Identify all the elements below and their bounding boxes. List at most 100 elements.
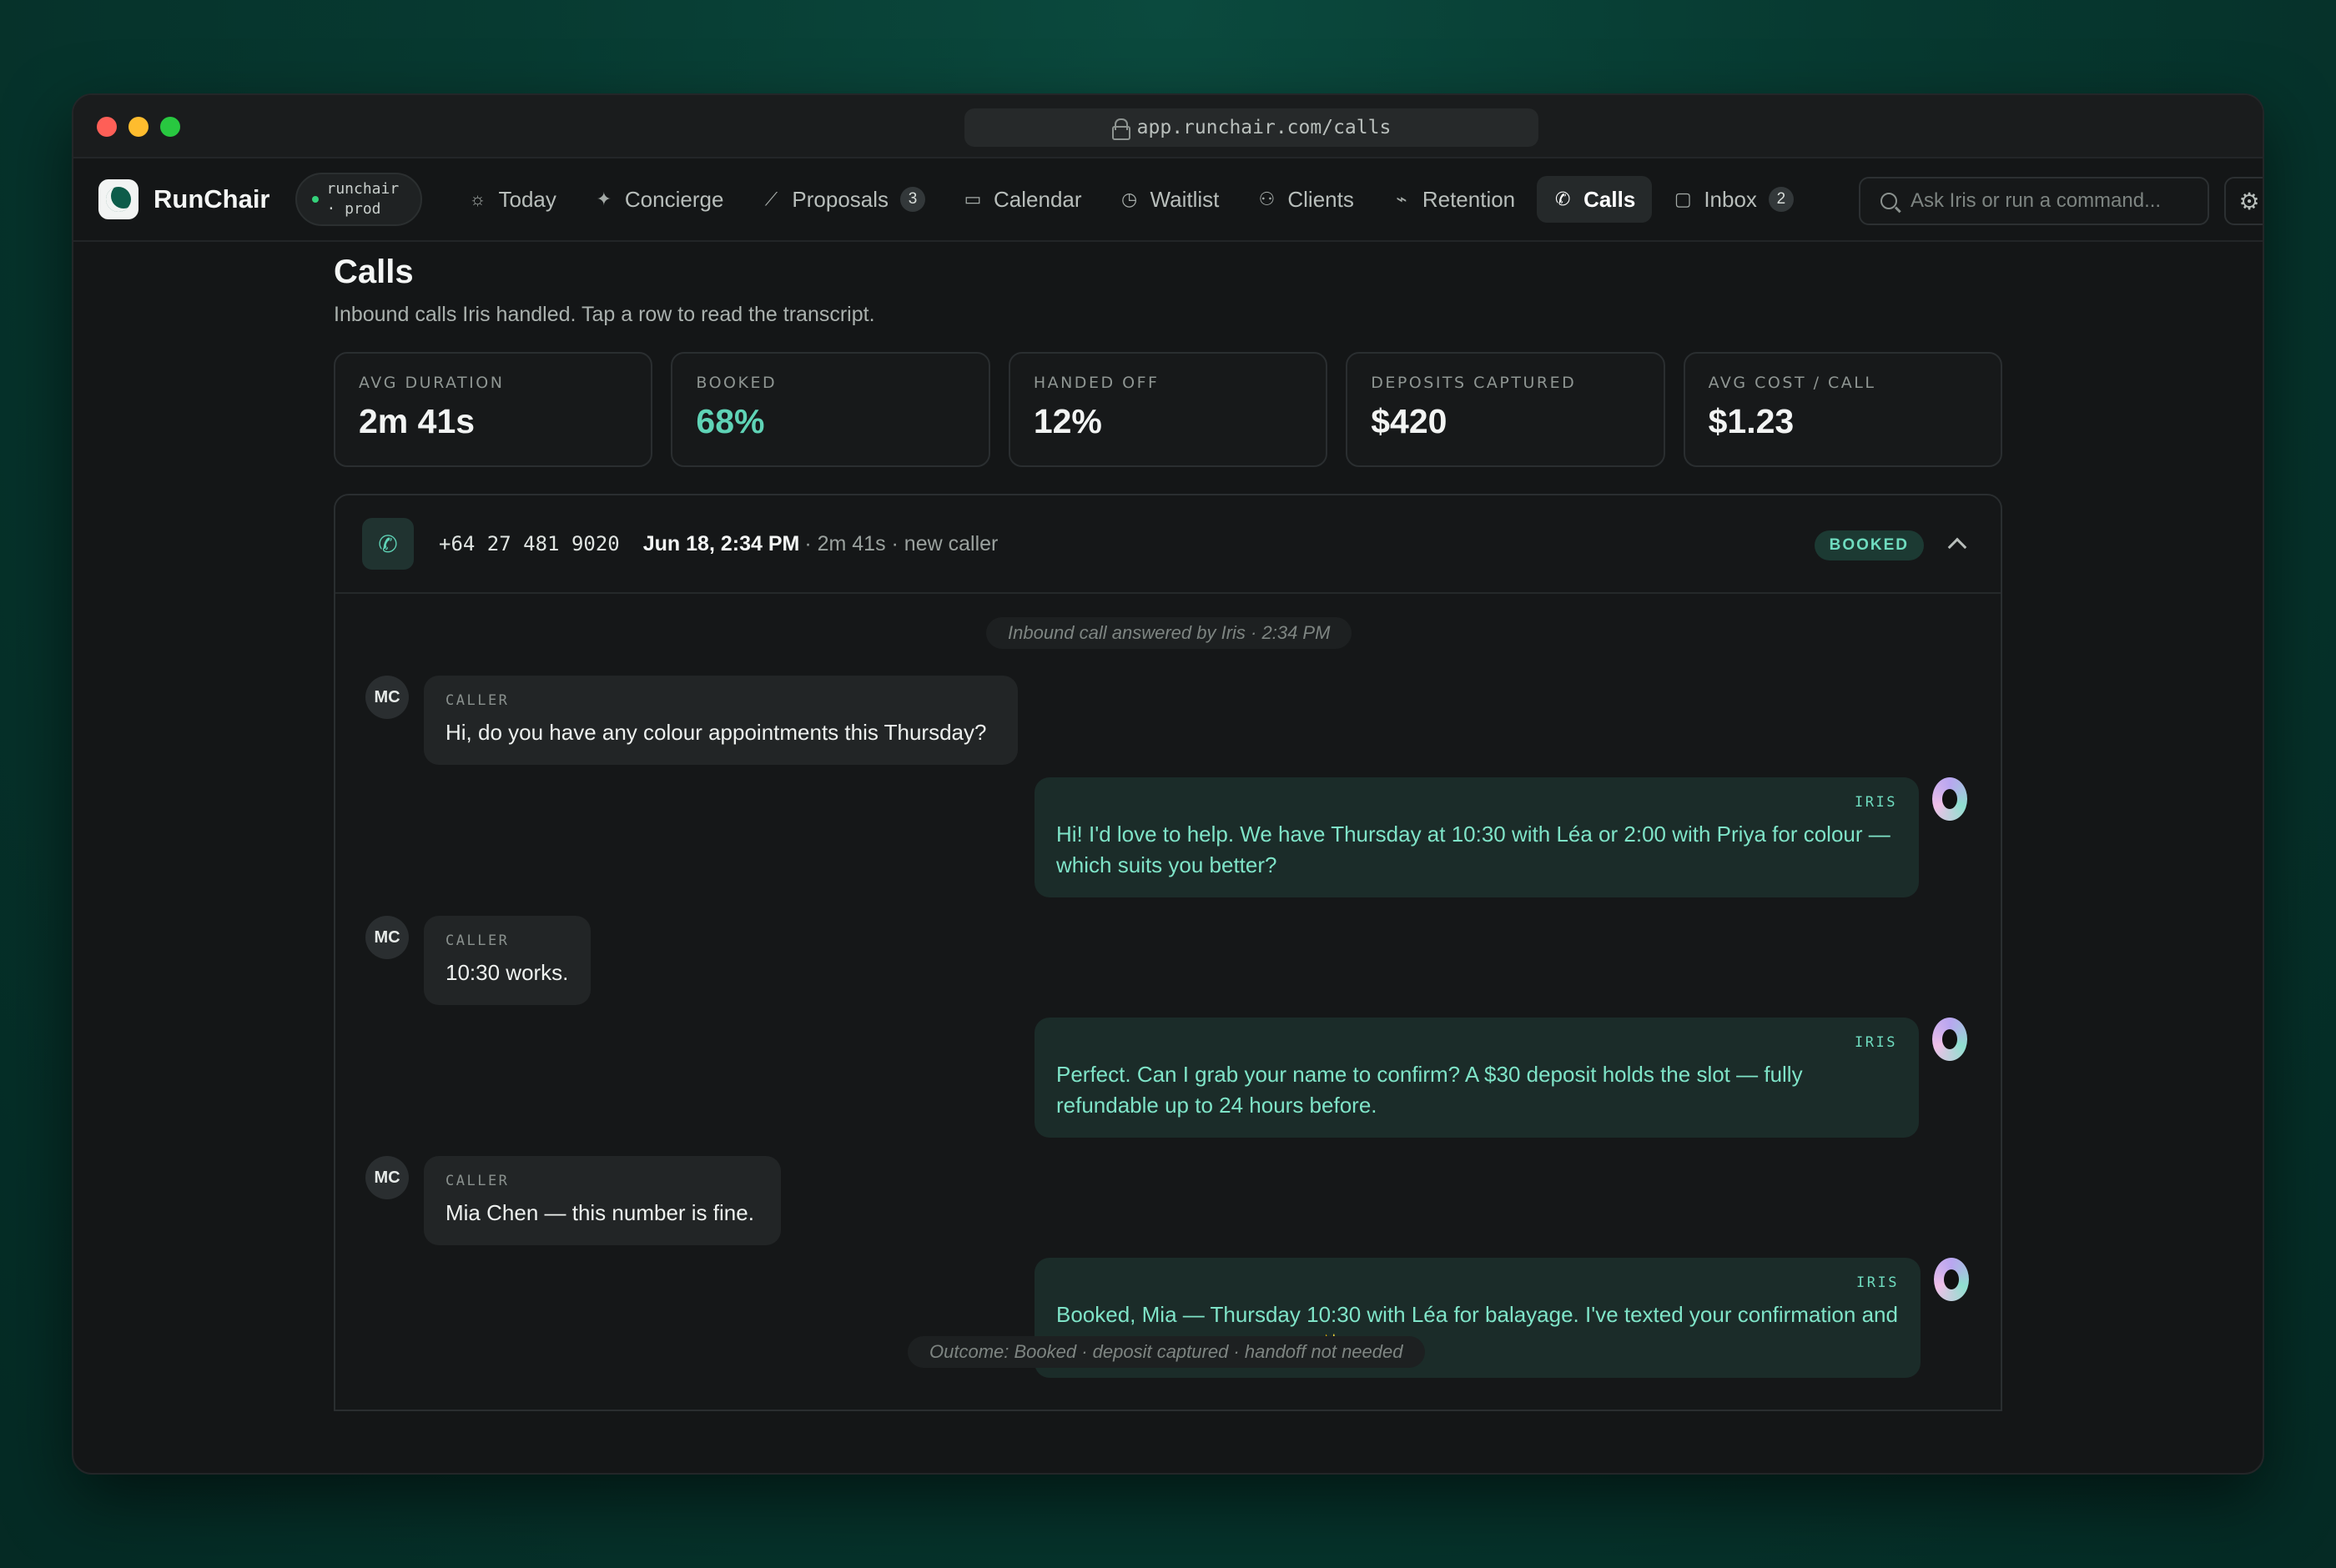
- settings-button[interactable]: ⚙: [2224, 177, 2263, 225]
- trend-icon: ⟋: [764, 188, 778, 209]
- message-text: Hi, do you have any colour appointments …: [446, 720, 987, 745]
- tab-label: Clients: [1287, 186, 1354, 212]
- tab-retention[interactable]: ⌁ Retention: [1376, 176, 1532, 223]
- tab-today[interactable]: ☼ Today: [452, 176, 573, 223]
- clock-icon: ◷: [1120, 188, 1138, 209]
- tab-label: Calls: [1583, 186, 1636, 212]
- maximize-window-button[interactable]: [160, 117, 180, 137]
- status-dot-icon: [311, 196, 319, 203]
- stats-row: AVG DURATION 2m 41s BOOKED 68% HANDED OFF 12%…: [334, 352, 2003, 467]
- address-bar[interactable]: app.runchair.com/calls: [964, 108, 1538, 147]
- page-subtitle: Inbound calls Iris handled. Tap a row to…: [334, 303, 875, 326]
- tab-calendar[interactable]: ▭ Calendar: [947, 176, 1099, 223]
- nav-tabs: ☼ Today ✦ Concierge ⟋ Proposals 3 ▭ Calendar ◷ Wai…: [452, 176, 1810, 223]
- message-text: Perfect. Can I grab your name to confirm…: [1056, 1062, 1803, 1118]
- brand-name: RunChair: [154, 184, 270, 214]
- minimize-window-button[interactable]: [128, 117, 149, 137]
- stat-card: BOOKED 68%: [671, 352, 990, 467]
- runchair-logo-icon: [98, 179, 138, 219]
- stat-label: BOOKED: [696, 374, 778, 392]
- speaker-label: IRIS: [1856, 1274, 1899, 1291]
- gear-icon: ⚙: [2238, 188, 2260, 214]
- top-navigation: RunChair runchair · prod ☼ Today ✦ Concierg…: [73, 158, 2263, 242]
- close-window-button[interactable]: [97, 117, 117, 137]
- command-search-input[interactable]: Ask Iris or run a command...: [1859, 177, 2209, 225]
- tab-concierge[interactable]: ✦ Concierge: [578, 176, 741, 223]
- caller-phone-number: +64 27 481 9020: [439, 532, 620, 555]
- stat-label: AVG COST / CALL: [1708, 374, 1876, 392]
- caller-message: CALLER Mia Chen — this number is fine.: [424, 1156, 781, 1245]
- phone-icon: ✆: [1554, 188, 1571, 209]
- speaker-label: IRIS: [1855, 794, 1897, 811]
- tab-label: Proposals: [792, 186, 889, 212]
- call-row-header[interactable]: ✆ +64 27 481 9020 Jun 18, 2:34 PM · 2m 4…: [335, 495, 2001, 594]
- stat-card: HANDED OFF 12%: [1008, 352, 1328, 467]
- stat-label: AVG DURATION: [359, 374, 505, 392]
- window-controls: [97, 117, 180, 137]
- page-title: Calls: [334, 254, 414, 290]
- stat-card: DEPOSITS CAPTURED $420: [1346, 352, 1665, 467]
- environment-switcher[interactable]: runchair · prod: [295, 173, 422, 226]
- avatar: MC: [365, 676, 409, 719]
- lock-icon: [1111, 118, 1130, 140]
- stat-value: 2m 41s: [359, 402, 476, 440]
- caller-message: CALLER 10:30 works.: [424, 916, 591, 1005]
- stat-value: 12%: [1033, 402, 1102, 440]
- speaker-label: IRIS: [1855, 1034, 1897, 1051]
- chevron-up-icon[interactable]: [1947, 537, 1967, 557]
- stat-value: 68%: [696, 402, 765, 440]
- speaker-label: CALLER: [446, 692, 510, 709]
- tab-label: Today: [498, 186, 556, 212]
- users-icon: ⚇: [1258, 188, 1276, 209]
- tab-calls[interactable]: ✆ Calls: [1537, 176, 1653, 223]
- iris-avatar: [1932, 777, 1967, 821]
- app-window: app.runchair.com/calls RunChair runchair…: [72, 93, 2264, 1475]
- tab-label: Inbox: [1704, 186, 1757, 212]
- search-icon: [1880, 193, 1897, 209]
- iris-avatar: [1934, 1258, 1969, 1301]
- search-placeholder: Ask Iris or run a command...: [1911, 189, 2162, 212]
- url-text: app.runchair.com/calls: [1136, 117, 1392, 138]
- stat-card: AVG COST / CALL $1.23: [1683, 352, 2003, 467]
- iris-avatar: [1932, 1018, 1967, 1061]
- avatar: MC: [365, 916, 409, 959]
- tab-inbox[interactable]: ▢ Inbox 2: [1657, 176, 1810, 223]
- message-text: Mia Chen — this number is fine.: [446, 1200, 754, 1225]
- call-start-note: Inbound call answered by Iris · 2:34 PM: [986, 617, 1352, 649]
- calendar-icon: ▭: [964, 188, 982, 209]
- stat-value: $420: [1371, 402, 1447, 440]
- message-text: Hi! I'd love to help. We have Thursday a…: [1056, 822, 1890, 877]
- brand-logo[interactable]: RunChair: [98, 179, 270, 219]
- iris-message: IRIS Hi! I'd love to help. We have Thursd…: [1035, 777, 1919, 897]
- stat-card: AVG DURATION 2m 41s: [334, 352, 653, 467]
- iris-message: IRIS Perfect. Can I grab your name to con…: [1035, 1018, 1919, 1138]
- environment-label: runchair · prod: [326, 180, 400, 218]
- stat-label: HANDED OFF: [1033, 374, 1160, 392]
- tab-label: Retention: [1422, 186, 1516, 212]
- tab-proposals[interactable]: ⟋ Proposals 3: [745, 176, 942, 223]
- call-outcome-note: Outcome: Booked · deposit captured · han…: [908, 1336, 1425, 1368]
- pulse-icon: ⌁: [1396, 188, 1407, 209]
- stat-label: DEPOSITS CAPTURED: [1371, 374, 1577, 392]
- sun-icon: ☼: [469, 188, 486, 209]
- phone-icon: ✆: [362, 518, 414, 570]
- call-meta: · 2m 41s · new caller: [804, 531, 999, 555]
- stat-value: $1.23: [1708, 402, 1795, 440]
- count-badge: 3: [900, 187, 926, 212]
- tab-clients[interactable]: ⚇ Clients: [1241, 176, 1370, 223]
- tab-label: Calendar: [994, 186, 1082, 212]
- tab-waitlist[interactable]: ◷ Waitlist: [1104, 176, 1236, 223]
- status-badge: BOOKED: [1814, 530, 1924, 560]
- call-transcript-card: ✆ +64 27 481 9020 Jun 18, 2:34 PM · 2m 4…: [334, 494, 2002, 1411]
- avatar: MC: [365, 1156, 409, 1199]
- call-date: Jun 18, 2:34 PM: [642, 531, 800, 555]
- speaker-label: CALLER: [446, 1173, 510, 1189]
- sparkle-icon: ✦: [596, 188, 612, 209]
- count-badge: 2: [1768, 187, 1794, 212]
- title-bar: app.runchair.com/calls: [73, 95, 2263, 158]
- speaker-label: CALLER: [446, 932, 510, 949]
- tab-label: Waitlist: [1150, 186, 1220, 212]
- tab-label: Concierge: [624, 186, 724, 212]
- message-icon: ▢: [1674, 188, 1692, 209]
- main-content: Calls Inbound calls Iris handled. Tap a …: [334, 254, 2003, 1411]
